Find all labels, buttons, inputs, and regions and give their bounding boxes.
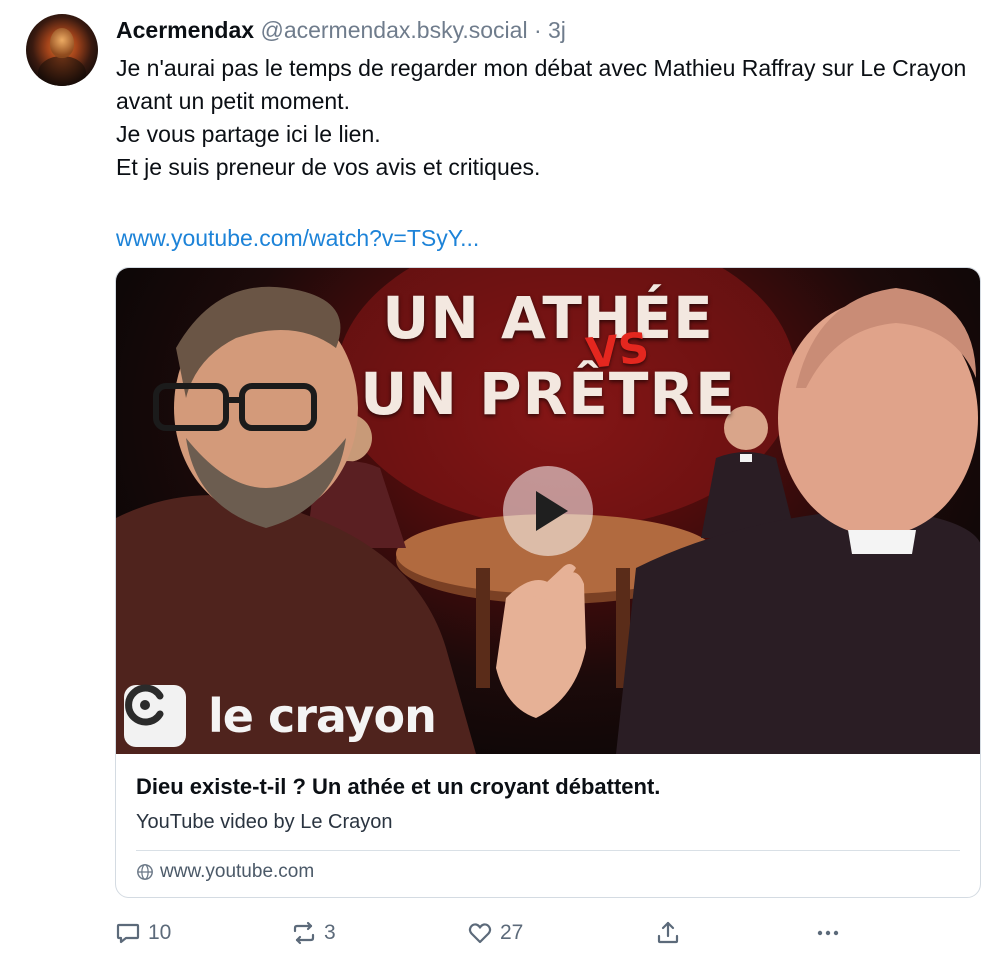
share-upload-icon [657,921,679,944]
le-crayon-logo [124,684,186,747]
post: Acermendax @acermendax.bsky.social · 3j … [0,0,1000,967]
card-domain-text: www.youtube.com [160,861,315,882]
play-button[interactable] [503,466,593,556]
thumbnail-headline-2: UN PRÊTRE [360,360,736,428]
repost-button[interactable]: 3 [290,915,336,951]
card-domain: www.youtube.com [136,861,960,883]
post-body: Je n'aurai pas le temps de regarder mon … [116,52,986,184]
repost-arrows-icon [293,921,315,945]
thumbnail-headline-1: UN ATHÉE [382,284,714,352]
card-title[interactable]: Dieu existe-t-il ? Un athée et un croyan… [136,772,960,802]
post-line: Je n'aurai pas le temps de regarder mon … [116,55,967,114]
play-icon [536,491,568,531]
post-link[interactable]: www.youtube.com/watch?v=TSyY... [116,222,479,255]
author-avatar[interactable] [26,14,98,86]
heart-icon [468,923,492,944]
card-divider [136,850,960,851]
reply-count: 10 [148,921,172,944]
post-timestamp[interactable]: 3j [548,17,566,43]
more-options-button[interactable] [814,915,842,951]
card-description: YouTube video by Le Crayon [136,811,393,833]
speech-bubble-icon [116,923,140,944]
card-meta: Dieu existe-t-il ? Un athée et un croyan… [116,754,980,883]
reply-button[interactable]: 10 [114,915,171,951]
post-header: Acermendax @acermendax.bsky.social · 3j [116,14,980,46]
author-handle[interactable]: @acermendax.bsky.social [260,17,527,43]
post-actions: 10 3 27 [114,915,854,951]
share-button[interactable] [654,915,682,951]
post-line: Et je suis preneur de vos avis et critiq… [116,154,541,180]
video-thumbnail[interactable]: UN ATHÉE VS UN PRÊTRE le crayon [116,268,980,754]
link-embed-card[interactable]: UN ATHÉE VS UN PRÊTRE le crayon Dieu exi… [115,267,981,898]
author-display-name[interactable]: Acermendax [116,17,254,43]
globe-icon [137,864,153,880]
brand-name: le crayon [208,689,437,743]
avatar-figure [38,56,86,86]
thumbnail-brand: le crayon [124,684,437,748]
like-count: 27 [500,921,524,944]
avatar-head [50,28,74,58]
more-dots-icon [817,930,839,936]
repost-count: 3 [324,921,336,944]
post-line: Je vous partage ici le lien. [116,121,381,147]
like-button[interactable]: 27 [466,915,523,951]
header-separator: · [533,17,542,43]
